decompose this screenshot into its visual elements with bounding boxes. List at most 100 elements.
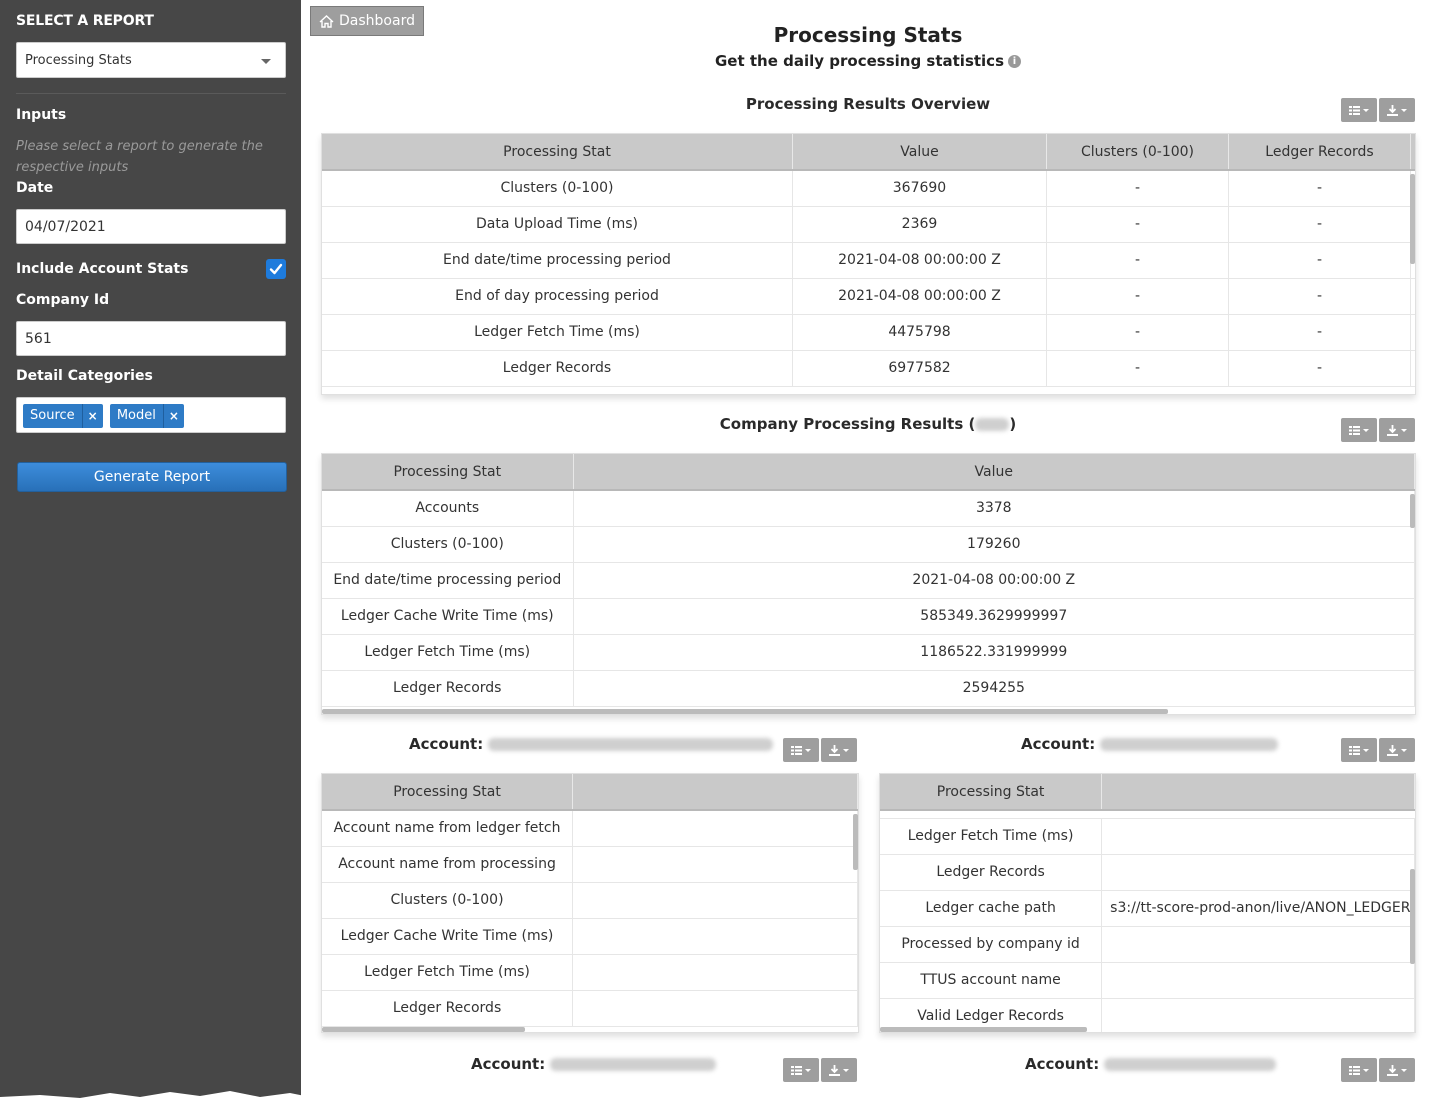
table-cell: - <box>1047 207 1229 242</box>
horizontal-scrollbar[interactable] <box>322 709 1168 714</box>
table-cell: - <box>1229 279 1411 314</box>
horizontal-scrollbar[interactable] <box>880 1027 1087 1032</box>
table-cell: 2021-04-08 00:00:00 Z <box>793 243 1047 278</box>
include-account-stats-checkbox[interactable] <box>266 259 286 279</box>
page-subtitle: Get the daily processing statistics i <box>301 52 1435 70</box>
download-icon <box>1387 424 1398 436</box>
columns-toggle-button[interactable] <box>1341 98 1377 122</box>
table-cell: 367690 <box>793 171 1047 206</box>
caret-down-icon <box>1401 1068 1407 1072</box>
account-label: Account: <box>1021 735 1096 753</box>
columns-toggle-button[interactable] <box>1341 418 1377 442</box>
company-title: Company Processing Results () <box>301 415 1435 433</box>
table-cell <box>573 955 858 990</box>
table-cell: Ledger Fetch Time (ms) <box>880 819 1103 854</box>
page-title: Processing Stats <box>773 23 963 47</box>
columns-toggle-button[interactable] <box>783 1058 819 1082</box>
account-bottom-left-tools <box>783 1058 857 1082</box>
table-cell: Processed by company id <box>880 927 1103 962</box>
column-header[interactable]: Processing Stat <box>322 774 574 809</box>
info-icon[interactable]: i <box>1008 55 1021 68</box>
table-row: Account name from processing <box>322 847 858 883</box>
table-cell: 2021-04-08 00:00:00 Z <box>574 563 1415 598</box>
table-cell: - <box>1047 315 1229 350</box>
remove-tag-icon[interactable]: × <box>83 404 103 428</box>
list-icon <box>1349 105 1360 115</box>
inputs-label: Inputs <box>16 107 67 123</box>
vertical-scrollbar[interactable] <box>1410 494 1415 528</box>
table-cell: 4475798 <box>793 315 1047 350</box>
detail-categories-label: Detail Categories <box>16 368 153 384</box>
include-account-stats-label: Include Account Stats <box>16 261 189 277</box>
company-title-suffix: ) <box>1009 415 1017 433</box>
download-icon <box>829 1064 840 1076</box>
tag-model: Model × <box>109 404 184 428</box>
table-cell: - <box>1047 279 1229 314</box>
column-header[interactable]: Processing Stat <box>322 454 574 489</box>
vertical-scrollbar[interactable] <box>853 814 858 870</box>
table-cell: Account name from processing <box>322 847 574 882</box>
table-cell: Ledger Cache Write Time (ms) <box>322 919 574 954</box>
report-select[interactable]: Processing Stats <box>16 42 286 78</box>
table-cell <box>573 919 858 954</box>
caret-down-icon <box>1363 748 1369 752</box>
list-icon <box>1349 745 1360 755</box>
table-cell: Clusters (0-100) <box>322 171 793 206</box>
table-cell: 585349.3629999997 <box>574 599 1415 634</box>
column-header[interactable]: Processing Stat <box>880 774 1103 809</box>
export-button[interactable] <box>1379 418 1415 442</box>
column-header[interactable]: Value <box>574 454 1415 489</box>
table-cell: Ledger Records <box>880 855 1103 890</box>
table-header: Processing Stat Value Clusters (0-100) L… <box>322 134 1415 171</box>
columns-toggle-button[interactable] <box>1341 1058 1377 1082</box>
export-button[interactable] <box>821 738 857 762</box>
columns-toggle-button[interactable] <box>1341 738 1377 762</box>
table-cell: 6977582 <box>793 351 1047 386</box>
remove-tag-icon[interactable]: × <box>164 404 184 428</box>
vertical-scrollbar[interactable] <box>1410 869 1415 964</box>
table-cell: - <box>1047 243 1229 278</box>
table-header: Processing Stat <box>880 774 1415 811</box>
columns-toggle-button[interactable] <box>783 738 819 762</box>
horizontal-scrollbar[interactable] <box>322 1027 525 1032</box>
column-header[interactable] <box>1102 774 1415 809</box>
table-cell: End date/time processing period <box>322 563 574 598</box>
torn-edge-decoration <box>0 1091 1435 1101</box>
caret-down-icon <box>1363 428 1369 432</box>
table-cell: 2594255 <box>574 671 1415 706</box>
table-row: Ledger Fetch Time (ms) <box>322 955 858 991</box>
table-cell: End date/time processing period <box>322 243 793 278</box>
redacted-account-name <box>550 1058 717 1071</box>
detail-categories-input[interactable]: Source × Model × <box>16 397 286 433</box>
column-header[interactable]: Processing Stat <box>322 134 793 169</box>
column-header[interactable]: Clusters (0-100) <box>1047 134 1229 169</box>
company-id-input[interactable]: 561 <box>16 321 286 356</box>
export-button[interactable] <box>1379 738 1415 762</box>
column-header[interactable]: Value <box>793 134 1047 169</box>
table-cell: s3://tt-score-prod-anon/live/ANON_LEDGER… <box>1102 891 1415 926</box>
table-row: Ledger Fetch Time (ms) 4475798- - <box>322 315 1415 351</box>
overview-table: Processing Stat Value Clusters (0-100) L… <box>321 133 1416 395</box>
column-header[interactable]: Ledger Records <box>1229 134 1411 169</box>
redacted-company-id <box>975 418 1010 431</box>
account-bottom-right-tools <box>1341 1058 1415 1082</box>
export-button[interactable] <box>821 1058 857 1082</box>
vertical-scrollbar[interactable] <box>1410 174 1415 264</box>
generate-report-button[interactable]: Generate Report <box>17 462 287 492</box>
table-cell: Accounts <box>322 491 574 526</box>
report-select-value: Processing Stats <box>25 53 132 68</box>
export-button[interactable] <box>1379 1058 1415 1082</box>
table-row: Clusters (0-100) <box>322 883 858 919</box>
account-label: Account: <box>409 735 484 753</box>
list-icon <box>791 745 802 755</box>
table-cell <box>1102 963 1415 998</box>
scrolled-row-edge <box>880 811 1415 819</box>
caret-down-icon <box>1401 428 1407 432</box>
export-button[interactable] <box>1379 98 1415 122</box>
table-row: End date/time processing period 2021-04-0… <box>322 243 1415 279</box>
table-cell <box>1102 819 1415 854</box>
column-header[interactable] <box>573 774 858 809</box>
table-row: Clusters (0-100) 367690- - <box>322 171 1415 207</box>
date-input[interactable]: 04/07/2021 <box>16 209 286 244</box>
table-row: Processed by company id <box>880 927 1415 963</box>
